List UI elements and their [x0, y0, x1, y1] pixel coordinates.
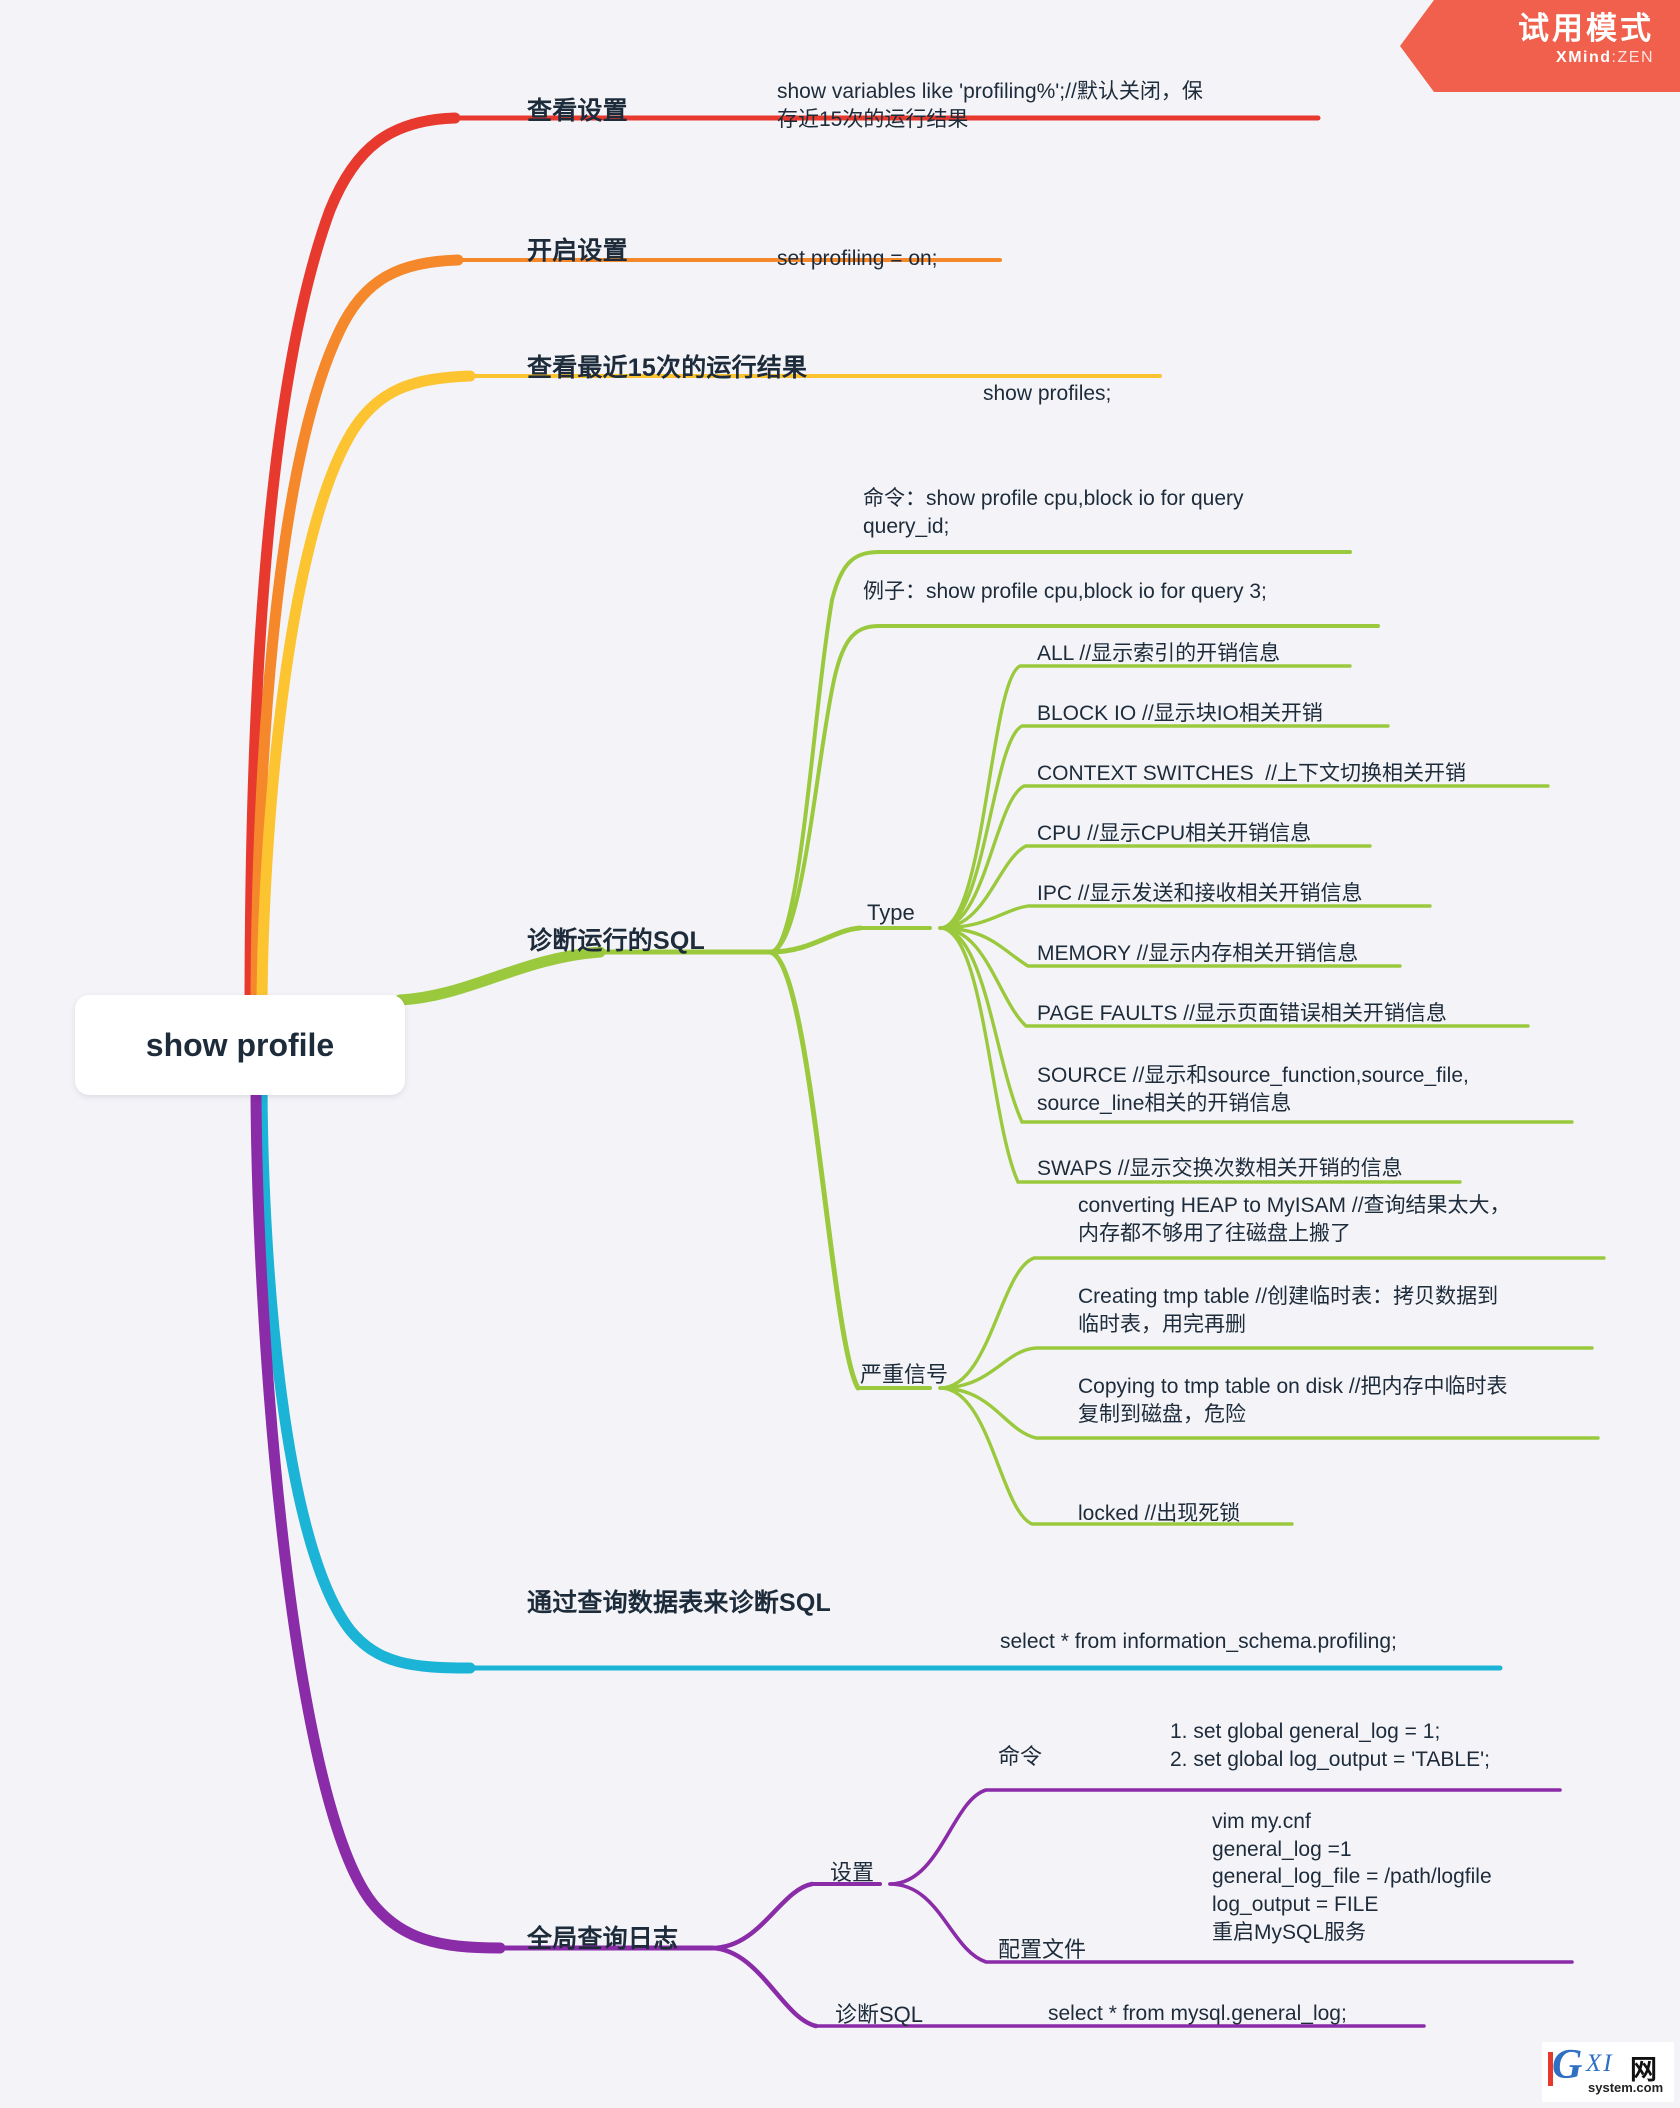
trial-mode-title: 试用模式	[1518, 11, 1654, 46]
type-item-context-switches[interactable]: CONTEXT SWITCHES //上下文切换相关开销	[1037, 760, 1466, 788]
severe-item-locked[interactable]: locked //出现死锁	[1078, 1500, 1240, 1528]
branch-label-diagnose-sql[interactable]: 诊断运行的SQL	[527, 925, 705, 958]
watermark-box: G XI 网 system.com	[1542, 2042, 1674, 2102]
leaf-view-setting-command[interactable]: show variables like 'profiling%';//默认关闭，…	[777, 78, 1317, 133]
subtopic-settings-command[interactable]: 命令	[998, 1742, 1042, 1771]
severe-item-converting-heap[interactable]: converting HEAP to MyISAM //查询结果太大， 内存都不…	[1078, 1192, 1638, 1247]
type-item-page-faults[interactable]: PAGE FAULTS //显示页面错误相关开销信息	[1037, 1000, 1447, 1028]
central-topic-label: show profile	[145, 1026, 335, 1063]
leaf-diagnose-example[interactable]: 例子：show profile cpu,block io for query 3…	[863, 578, 1267, 606]
type-item-ipc[interactable]: IPC //显示发送和接收相关开销信息	[1037, 880, 1363, 908]
branch-label-query-table-diagnose[interactable]: 通过查询数据表来诊断SQL	[527, 1587, 831, 1620]
product-name-bold: XMind	[1556, 49, 1612, 67]
type-item-all[interactable]: ALL //显示索引的开销信息	[1037, 640, 1280, 668]
watermark-letters-xi: XI	[1586, 2050, 1614, 2077]
subtopic-config-file[interactable]: 配置文件	[998, 1935, 1086, 1964]
trial-mode-badge: 试用模式 XMind:ZEN	[1400, 0, 1680, 92]
type-item-memory[interactable]: MEMORY //显示内存相关开销信息	[1037, 940, 1358, 968]
branch-label-enable-setting[interactable]: 开启设置	[527, 235, 628, 268]
leaf-recent-15-command[interactable]: show profiles;	[983, 380, 1111, 408]
branch-label-global-query-log[interactable]: 全局查询日志	[527, 1923, 678, 1956]
config-file-text[interactable]: vim my.cnf general_log =1 general_log_fi…	[1212, 1808, 1642, 1947]
leaf-query-table-command[interactable]: select * from information_schema.profili…	[1000, 1628, 1397, 1656]
branch-label-recent-15[interactable]: 查看最近15次的运行结果	[527, 352, 807, 385]
site-watermark: G XI 网 system.com	[1534, 2028, 1674, 2102]
settings-command-text[interactable]: 1. set global general_log = 1; 2. set gl…	[1170, 1718, 1600, 1773]
product-name-rest: :ZEN	[1611, 49, 1654, 67]
type-item-swaps[interactable]: SWAPS //显示交换次数相关开销的信息	[1037, 1155, 1403, 1183]
leaf-diagnose-command[interactable]: 命令：show profile cpu,block io for query q…	[863, 485, 1363, 540]
mindmap-canvas: show profile 查看设置 show variables like 'p…	[0, 0, 1680, 2108]
central-topic[interactable]: show profile	[75, 995, 405, 1095]
subtopic-settings[interactable]: 设置	[830, 1858, 874, 1887]
leaf-enable-setting-command[interactable]: set profiling = on;	[777, 245, 938, 273]
type-item-cpu[interactable]: CPU //显示CPU相关开销信息	[1037, 820, 1311, 848]
branch-label-view-setting[interactable]: 查看设置	[527, 95, 628, 128]
diagnose-sql-log-text[interactable]: select * from mysql.general_log;	[1048, 2000, 1347, 2028]
severe-item-creating-tmp-table[interactable]: Creating tmp table //创建临时表：拷贝数据到 临时表，用完再…	[1078, 1283, 1638, 1338]
type-item-source[interactable]: SOURCE //显示和source_function,source_file,…	[1037, 1062, 1577, 1117]
subtopic-type[interactable]: Type	[867, 898, 915, 927]
type-item-block-io[interactable]: BLOCK IO //显示块IO相关开销	[1037, 700, 1323, 728]
watermark-letter-g: G	[1552, 2042, 1583, 2088]
watermark-domain: system.com	[1588, 2080, 1664, 2095]
subtopic-diagnose-sql-log[interactable]: 诊断SQL	[835, 2000, 923, 2029]
subtopic-severe-signal[interactable]: 严重信号	[860, 1360, 948, 1389]
trial-mode-product: XMind:ZEN	[1400, 49, 1654, 67]
severe-item-copying-to-tmp-disk[interactable]: Copying to tmp table on disk //把内存中临时表 复…	[1078, 1373, 1638, 1428]
